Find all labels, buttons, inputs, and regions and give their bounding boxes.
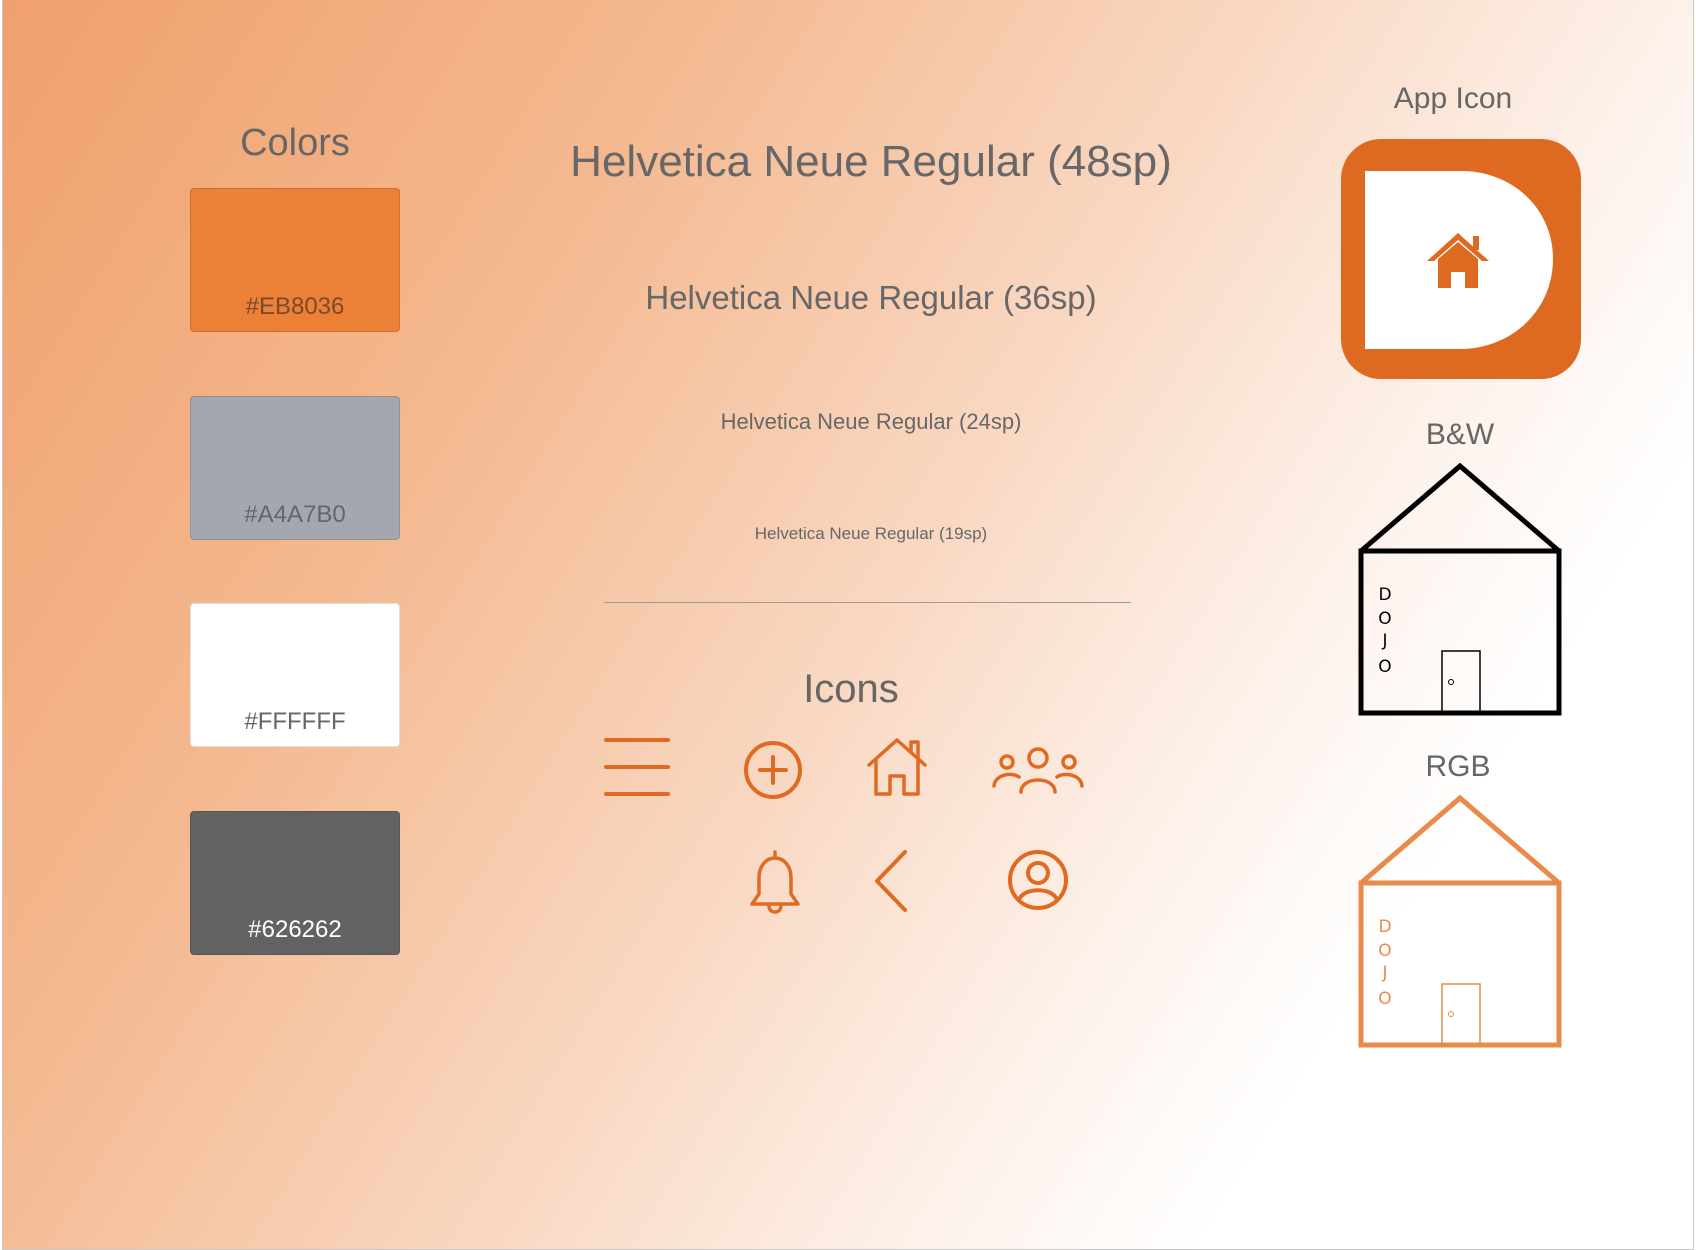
- swatch-white: #FFFFFF: [190, 603, 400, 747]
- rgb-title: RGB: [1425, 750, 1491, 783]
- bw-dojo-letter-o2: O: [1378, 657, 1392, 677]
- menu-icon[interactable]: [603, 736, 671, 798]
- group-icon[interactable]: [991, 746, 1085, 796]
- type-sample-24: Helvetica Neue Regular (24sp): [720, 409, 1022, 434]
- profile-icon[interactable]: [1007, 849, 1069, 911]
- swatch-gray-label: #A4A7B0: [244, 501, 346, 528]
- swatch-dark-gray-label: #626262: [248, 916, 342, 943]
- colors-title: Colors: [240, 122, 350, 164]
- app-icon: [1341, 139, 1581, 384]
- swatch-gray: #A4A7B0: [190, 396, 400, 540]
- icons-title: Icons: [803, 667, 899, 711]
- back-chevron-icon[interactable]: [871, 848, 911, 914]
- type-sample-36: Helvetica Neue Regular (36sp): [645, 279, 1097, 316]
- swatch-orange-label: #EB8036: [245, 293, 345, 320]
- add-circle-icon[interactable]: [743, 740, 803, 800]
- swatch-orange: #EB8036: [190, 188, 400, 332]
- rgb-dojo-letter-o2: O: [1378, 989, 1392, 1009]
- bw-dojo-letter-d: D: [1378, 585, 1392, 605]
- home-icon[interactable]: [865, 736, 929, 798]
- style-guide-board: Colors #EB8036 #A4A7B0 #FFFFFF #626262 H…: [2, 0, 1694, 1250]
- bw-dojo-letter-o: O: [1378, 609, 1392, 629]
- type-sample-19: Helvetica Neue Regular (19sp): [754, 524, 988, 543]
- bw-title: B&W: [1425, 418, 1495, 451]
- type-sample-48: Helvetica Neue Regular (48sp): [570, 137, 1172, 186]
- bell-icon[interactable]: [747, 848, 803, 916]
- swatch-dark-gray: #626262: [190, 811, 400, 955]
- section-divider: [604, 602, 1131, 603]
- rgb-dojo-letter-d: D: [1378, 917, 1392, 937]
- rgb-dojo-letter-j: J: [1382, 963, 1388, 983]
- app-icon-title: App Icon: [1393, 82, 1513, 115]
- rgb-dojo-letter-o: O: [1378, 941, 1392, 961]
- swatch-white-label: #FFFFFF: [244, 708, 346, 735]
- bw-dojo-letter-j: J: [1382, 631, 1388, 651]
